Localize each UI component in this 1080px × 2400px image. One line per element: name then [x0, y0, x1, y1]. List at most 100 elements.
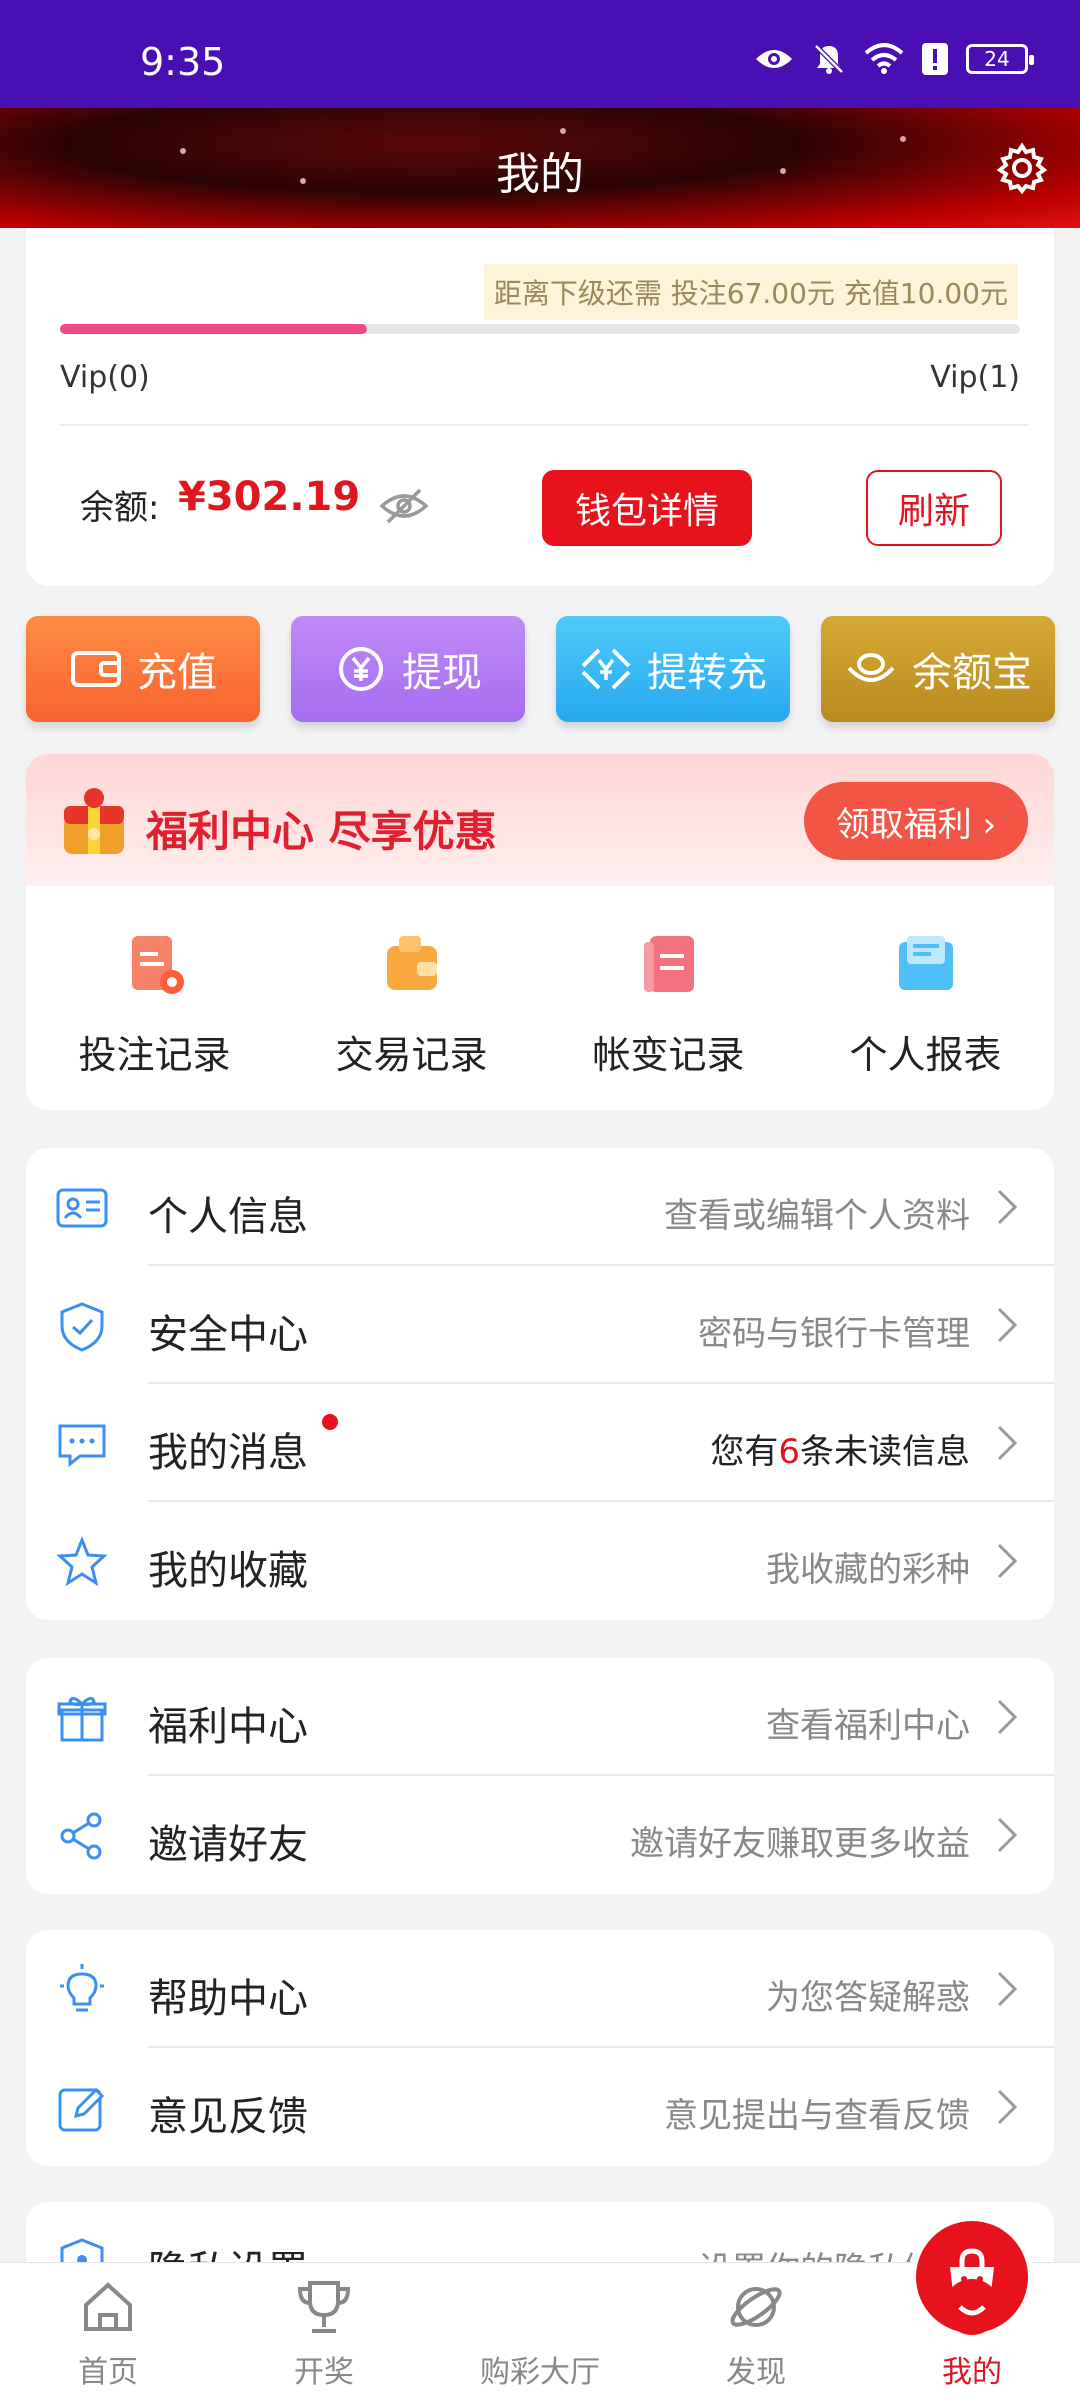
status-icons: 24 — [754, 42, 1034, 76]
chevron-right-icon — [996, 1424, 1018, 1466]
menu-my-messages[interactable]: 我的消息 您有6条未读信息 — [26, 1384, 1054, 1502]
unread-count: 6 — [778, 1432, 800, 1472]
menu-description: 密码与银行卡管理 — [698, 1314, 970, 1354]
menu-personal-info[interactable]: 个人信息 查看或编辑个人资料 — [26, 1148, 1054, 1266]
tab-label: 首页 — [78, 2355, 138, 2390]
recharge-button[interactable]: 充值 — [26, 616, 260, 722]
tab-label: 购彩大厅 — [480, 2355, 600, 2390]
unread-dot — [322, 1414, 338, 1430]
welfare-title: 福利中心 尽享优惠 — [146, 807, 497, 856]
gift-icon — [56, 1692, 108, 1744]
chevron-right-icon — [996, 1542, 1018, 1584]
status-time: 9:35 — [140, 40, 226, 84]
menu-group-welfare: 福利中心 查看福利中心 邀请好友 邀请好友赚取更多收益 — [26, 1658, 1054, 1894]
menu-feedback[interactable]: 意见反馈 意见提出与查看反馈 — [26, 2048, 1054, 2166]
transaction-record-item[interactable]: 交易记录 — [283, 912, 540, 1102]
page-title: 我的 — [496, 149, 584, 200]
mute-bell-icon — [814, 44, 844, 74]
home-icon — [78, 2277, 138, 2337]
menu-my-favorites[interactable]: 我的收藏 我收藏的彩种 — [26, 1502, 1054, 1620]
edit-icon — [56, 2082, 108, 2134]
wifi-icon — [864, 43, 904, 74]
transaction-record-icon — [379, 932, 445, 998]
refresh-button[interactable]: 刷新 — [866, 470, 1002, 546]
chevron-right-icon — [996, 2088, 1018, 2130]
gear-icon — [996, 142, 1048, 195]
bet-record-item[interactable]: 投注记录 — [26, 912, 283, 1102]
chevron-right-icon — [996, 1306, 1018, 1348]
bet-record-label: 投注记录 — [78, 1033, 231, 1077]
menu-description: 查看或编辑个人资料 — [664, 1196, 970, 1236]
star-icon — [56, 1535, 108, 1588]
tab-lottery-hall[interactable]: 购彩大厅 — [432, 2215, 1034, 2400]
tab-profile[interactable]: 我的 — [864, 2263, 1080, 2400]
menu-welfare-center[interactable]: 福利中心 查看福利中心 — [26, 1658, 1054, 1776]
message-icon — [56, 1418, 108, 1470]
menu-group-account: 个人信息 查看或编辑个人资料 安全中心 密码与银行卡管理 我的消息 您有6条未读… — [26, 1148, 1054, 1620]
tab-label: 我的 — [942, 2355, 1002, 2390]
vip-balance-card: 距离下级还需 投注67.00元 充值10.00元 Vip(0) Vip(1) 余… — [26, 228, 1054, 586]
id-card-icon — [56, 1182, 108, 1234]
tab-home[interactable]: 首页 — [0, 2263, 216, 2400]
report-icon — [893, 932, 959, 998]
menu-label: 我的收藏 — [148, 1548, 308, 1594]
unread-suffix: 条未读信息 — [800, 1432, 970, 1472]
menu-label: 个人信息 — [148, 1194, 308, 1240]
settings-button[interactable] — [996, 142, 1048, 195]
vip-progress-fill — [60, 324, 368, 334]
yuebao-button[interactable]: 余额宝 — [821, 616, 1055, 722]
menu-invite-friends[interactable]: 邀请好友 邀请好友赚取更多收益 — [26, 1776, 1054, 1894]
menu-description: 我收藏的彩种 — [766, 1550, 970, 1590]
menu-description: 意见提出与查看反馈 — [664, 2096, 970, 2136]
menu-label: 帮助中心 — [148, 1976, 308, 2022]
share-icon — [56, 1810, 108, 1862]
transfer-recharge-label: 提转充 — [647, 650, 767, 696]
profile-icon — [942, 2277, 1002, 2337]
account-change-icon — [636, 932, 702, 998]
tab-label: 开奖 — [294, 2355, 354, 2390]
withdraw-button[interactable]: 提现 — [291, 616, 525, 722]
bet-record-icon — [122, 932, 188, 998]
vip-current-level: Vip(0) — [60, 360, 150, 395]
menu-description: 为您答疑解惑 — [766, 1978, 970, 2018]
quick-actions: 充值 提现 提转充 余额宝 — [26, 616, 1055, 722]
treasure-chest-icon — [56, 784, 132, 864]
yuebao-label: 余额宝 — [912, 650, 1032, 696]
menu-label: 安全中心 — [148, 1312, 308, 1358]
trophy-icon — [294, 2277, 354, 2337]
menu-label: 福利中心 — [148, 1704, 308, 1750]
personal-report-label: 个人报表 — [849, 1033, 1002, 1077]
menu-description: 邀请好友赚取更多收益 — [630, 1824, 970, 1864]
personal-report-item[interactable]: 个人报表 — [797, 912, 1054, 1102]
wallet-icon — [69, 642, 123, 696]
account-change-item[interactable]: 帐变记录 — [540, 912, 797, 1102]
claim-welfare-button[interactable]: 领取福利 › — [804, 782, 1028, 860]
transfer-recharge-button[interactable]: 提转充 — [556, 616, 790, 722]
hide-balance-icon[interactable] — [378, 486, 430, 530]
tab-discover[interactable]: 发现 — [648, 2263, 864, 2400]
unread-prefix: 您有 — [710, 1432, 779, 1472]
chevron-right-icon — [996, 1698, 1018, 1740]
shield-icon — [56, 1300, 108, 1352]
transaction-record-label: 交易记录 — [335, 1033, 488, 1077]
chevron-right-icon — [996, 1816, 1018, 1858]
bulb-icon — [56, 1964, 108, 2016]
battery-level: 24 — [984, 47, 1010, 71]
vip-requirement-text: 距离下级还需 投注67.00元 充值10.00元 — [483, 264, 1018, 320]
tab-label: 发现 — [726, 2355, 786, 2390]
recharge-label: 充值 — [137, 650, 217, 696]
balance-value: ¥302.19 — [178, 474, 361, 520]
vip-progress-bar — [60, 324, 1020, 334]
wallet-details-button[interactable]: 钱包详情 — [542, 470, 752, 546]
exchange-icon — [579, 642, 633, 696]
menu-label: 意见反馈 — [148, 2094, 308, 2140]
menu-help-center[interactable]: 帮助中心 为您答疑解惑 — [26, 1930, 1054, 2048]
ingot-icon — [844, 642, 898, 696]
vip-next-level: Vip(1) — [930, 360, 1020, 395]
welfare-center-card: 福利中心 尽享优惠 领取福利 › 投注记录 交易记录 帐变记录 个人报表 — [26, 754, 1054, 1110]
menu-security-center[interactable]: 安全中心 密码与银行卡管理 — [26, 1266, 1054, 1384]
menu-label: 我的消息 — [148, 1430, 308, 1476]
eye-status-icon — [756, 50, 792, 68]
menu-description: 您有6条未读信息 — [710, 1424, 970, 1473]
tab-lottery-results[interactable]: 开奖 — [216, 2263, 432, 2400]
